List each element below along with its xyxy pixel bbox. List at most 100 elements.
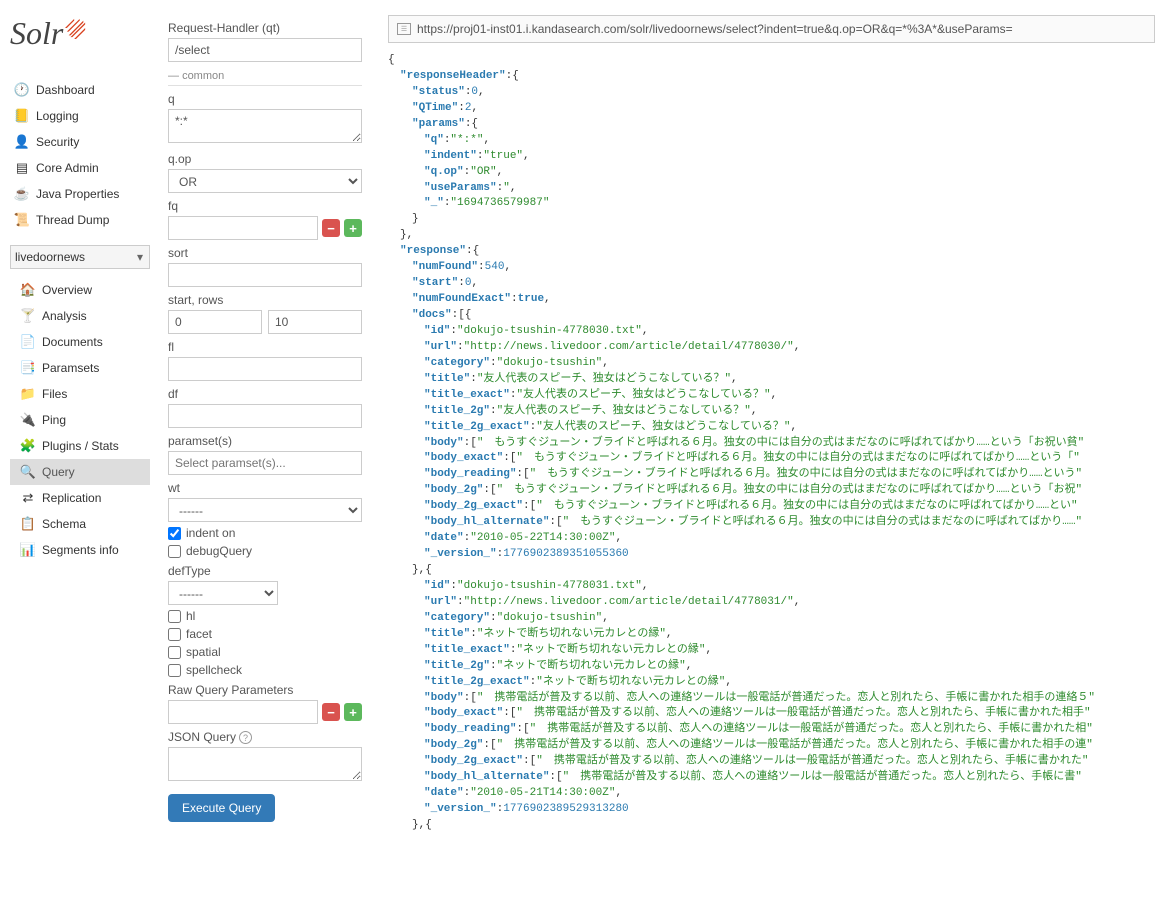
deftype-select[interactable]: ------ [168, 581, 278, 605]
subnav-ping-label: Ping [42, 413, 66, 427]
query-form: Request-Handler (qt) common q *:* q.op O… [160, 0, 370, 849]
raw-add-button[interactable]: + [344, 703, 362, 721]
subnav-segments-label: Segments info [42, 543, 119, 557]
paramsets-icon: 📑 [20, 360, 36, 376]
nav-security[interactable]: 👤 Security [10, 129, 150, 155]
documents-icon: 📄 [20, 334, 36, 350]
results-panel: ☰ https://proj01-inst01.i.kandasearch.co… [370, 0, 1167, 849]
dashboard-icon: 🕐 [14, 82, 30, 98]
startrows-label: start, rows [168, 293, 362, 307]
nav-thread-dump[interactable]: 📜 Thread Dump [10, 207, 150, 233]
nav-core-admin[interactable]: ▤ Core Admin [10, 155, 150, 181]
subnav-replication-label: Replication [42, 491, 101, 505]
paramset-input[interactable] [168, 451, 362, 475]
files-icon: 📁 [20, 386, 36, 402]
core-selector-value: livedoornews [15, 250, 85, 264]
json-response: {"responseHeader":{"status":0,"QTime":2,… [388, 53, 1155, 834]
logo-text: Solr [10, 15, 63, 52]
raw-remove-button[interactable]: − [322, 703, 340, 721]
solr-sun-icon [65, 17, 87, 39]
subnav-query-label: Query [42, 465, 75, 479]
subnav-overview-label: Overview [42, 283, 92, 297]
hl-checkbox[interactable] [168, 610, 181, 623]
result-url-text: https://proj01-inst01.i.kandasearch.com/… [417, 22, 1013, 36]
nav-java-props[interactable]: ☕Java Properties [10, 181, 150, 207]
rows-input[interactable] [268, 310, 362, 334]
fq-add-button[interactable]: + [344, 219, 362, 237]
sidebar: Solr 🕐 Dashboard 📒 Logging 👤 Security ▤ Core… [0, 0, 160, 849]
subnav-overview[interactable]: 🏠 Overview [10, 277, 150, 303]
raw-input[interactable] [168, 700, 318, 724]
ping-icon: 🔌 [20, 412, 36, 428]
fq-label: fq [168, 199, 362, 213]
paramset-label: paramset(s) [168, 434, 362, 448]
subnav-paramsets-label: Paramsets [42, 361, 99, 375]
facet-label: facet [186, 627, 212, 641]
q-input[interactable]: *:* [168, 109, 362, 143]
logo: Solr [10, 15, 150, 52]
query-icon: 🔍 [20, 464, 36, 480]
fl-label: fl [168, 340, 362, 354]
subnav-documents[interactable]: 📄Documents [10, 329, 150, 355]
thread-icon: 📜 [14, 212, 30, 228]
spatial-label: spatial [186, 645, 221, 659]
segments-icon: 📊 [20, 542, 36, 558]
spatial-checkbox[interactable] [168, 646, 181, 659]
help-icon[interactable]: ? [239, 731, 252, 744]
logging-icon: 📒 [14, 108, 30, 124]
security-icon: 👤 [14, 134, 30, 150]
subnav-segments[interactable]: 📊 Segments info [10, 537, 150, 563]
link-icon: ☰ [397, 23, 411, 35]
core-admin-icon: ▤ [14, 160, 30, 176]
replication-icon: ⇄ [20, 490, 36, 506]
overview-icon: 🏠 [20, 282, 36, 298]
execute-query-button[interactable]: Execute Query [168, 794, 275, 822]
nav-thread-dump-label: Thread Dump [36, 213, 109, 227]
start-input[interactable] [168, 310, 262, 334]
qop-label: q.op [168, 152, 362, 166]
qop-select[interactable]: OR [168, 169, 362, 193]
raw-label: Raw Query Parameters [168, 683, 362, 697]
subnav-plugins-label: Plugins / Stats [42, 439, 119, 453]
wt-label: wt [168, 481, 362, 495]
qt-input[interactable] [168, 38, 362, 62]
core-selector[interactable]: livedoornews [10, 245, 150, 269]
indent-checkbox[interactable] [168, 527, 181, 540]
nav-core-admin-label: Core Admin [36, 161, 99, 175]
subnav-plugins[interactable]: 🧩Plugins / Stats [10, 433, 150, 459]
nav-logging-label: Logging [36, 109, 79, 123]
analysis-icon: 🍸 [20, 308, 36, 324]
subnav-paramsets[interactable]: 📑 Paramsets [10, 355, 150, 381]
subnav-ping[interactable]: 🔌 Ping [10, 407, 150, 433]
debug-checkbox[interactable] [168, 545, 181, 558]
hl-label: hl [186, 609, 195, 623]
fq-input[interactable] [168, 216, 318, 240]
fl-input[interactable] [168, 357, 362, 381]
spellcheck-checkbox[interactable] [168, 664, 181, 677]
nav-security-label: Security [36, 135, 79, 149]
json-query-input[interactable] [168, 747, 362, 781]
result-url-bar[interactable]: ☰ https://proj01-inst01.i.kandasearch.co… [388, 15, 1155, 43]
subnav-query[interactable]: 🔍 Query [10, 459, 150, 485]
subnav-replication[interactable]: ⇄ Replication [10, 485, 150, 511]
facet-checkbox[interactable] [168, 628, 181, 641]
java-icon: ☕ [14, 186, 30, 202]
sort-input[interactable] [168, 263, 362, 287]
wt-select[interactable]: ------ [168, 498, 362, 522]
subnav-files[interactable]: 📁 Files [10, 381, 150, 407]
subnav-analysis-label: Analysis [42, 309, 87, 323]
subnav-files-label: Files [42, 387, 67, 401]
fq-remove-button[interactable]: − [322, 219, 340, 237]
nav-dashboard[interactable]: 🕐 Dashboard [10, 77, 150, 103]
schema-icon: 📋 [20, 516, 36, 532]
subnav-schema[interactable]: 📋Schema [10, 511, 150, 537]
sort-label: sort [168, 246, 362, 260]
df-label: df [168, 387, 362, 401]
nav-logging[interactable]: 📒 Logging [10, 103, 150, 129]
df-input[interactable] [168, 404, 362, 428]
nav-dashboard-label: Dashboard [36, 83, 95, 97]
deftype-label: defType [168, 564, 362, 578]
q-label: q [168, 92, 362, 106]
indent-label: indent on [186, 526, 235, 540]
subnav-analysis[interactable]: 🍸 Analysis [10, 303, 150, 329]
